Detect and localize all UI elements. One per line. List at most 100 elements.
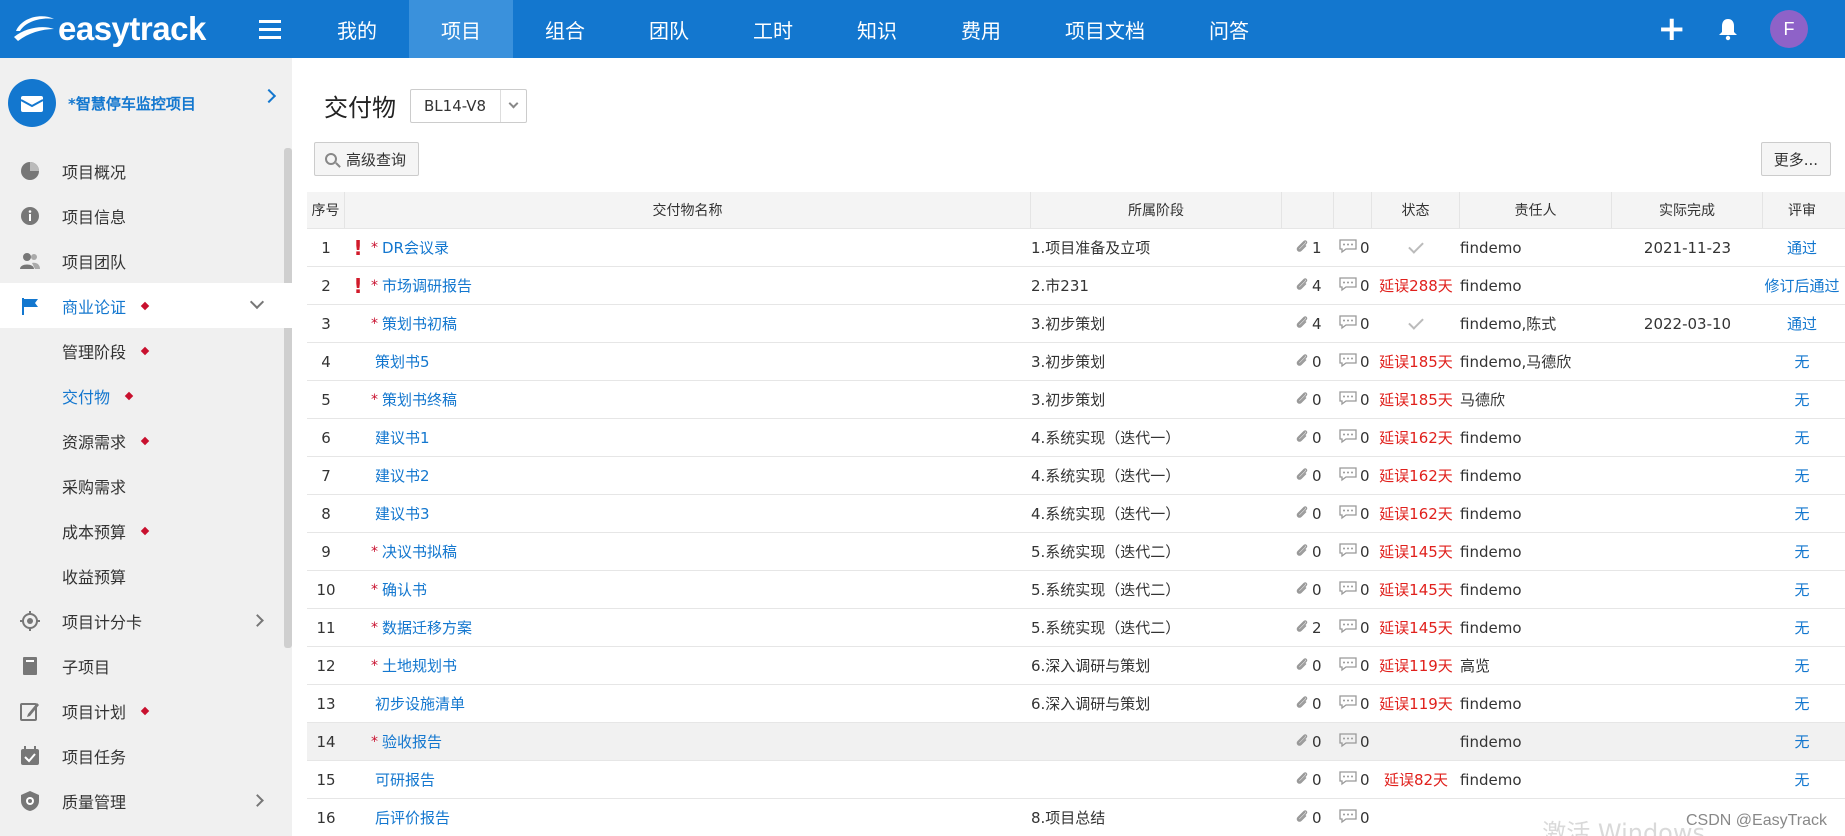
nav-item-expense[interactable]: 费用	[929, 0, 1033, 58]
review-link[interactable]: 修订后通过	[1763, 267, 1841, 304]
comment-count[interactable]: 0	[1334, 305, 1372, 342]
version-select[interactable]: BL14-V8	[410, 88, 528, 123]
sidebar-item-revenue-budget[interactable]: 收益预算	[0, 553, 292, 598]
nav-item-portfolio[interactable]: 组合	[513, 0, 617, 58]
deliverable-name[interactable]: * DR会议录	[371, 229, 1031, 266]
user-avatar[interactable]: F	[1770, 10, 1808, 48]
deliverable-link[interactable]: 策划书初稿	[382, 313, 457, 334]
col-status[interactable]: 状态	[1372, 192, 1460, 228]
table-row[interactable]: 12 * 土地规划书 6.深入调研与策划 0 0 延误119天 高览无	[307, 647, 1845, 685]
deliverable-name[interactable]: 后评价报告	[371, 799, 1031, 836]
sidebar-item-resource-needs[interactable]: 资源需求	[0, 418, 292, 463]
table-row[interactable]: 3 * 策划书初稿 3.初步策划 4 0 findemo,陈式 2022-03-10 通过	[307, 305, 1845, 343]
review-link[interactable]: 通过	[1763, 305, 1841, 342]
comment-count[interactable]: 0	[1334, 229, 1372, 266]
deliverable-name[interactable]: * 市场调研报告	[371, 267, 1031, 304]
table-row[interactable]: 2! * 市场调研报告 2.市231 4 0 延误288天 findemo 修订后通过	[307, 267, 1845, 305]
col-review[interactable]: 评审	[1763, 192, 1841, 228]
nav-item-knowledge[interactable]: 知识	[825, 0, 929, 58]
deliverable-name[interactable]: 建议书1	[371, 419, 1031, 456]
project-header[interactable]: *智慧停车监控项目	[0, 58, 292, 148]
deliverable-name[interactable]: 建议书3	[371, 495, 1031, 532]
deliverable-link[interactable]: 策划书5	[375, 351, 430, 372]
comment-count[interactable]: 0	[1334, 799, 1372, 836]
add-icon[interactable]: +	[1658, 12, 1687, 46]
chevron-down-icon[interactable]	[500, 89, 526, 122]
review-link[interactable]: 无	[1763, 723, 1841, 760]
col-name[interactable]: 交付物名称	[345, 192, 1031, 228]
attachment-count[interactable]: 0	[1282, 761, 1334, 798]
sidebar-item-overview[interactable]: 项目概况	[0, 148, 292, 193]
chevron-down-icon[interactable]	[249, 294, 265, 310]
review-link[interactable]: 无	[1763, 685, 1841, 722]
attachment-count[interactable]: 0	[1282, 381, 1334, 418]
nav-item-qa[interactable]: 问答	[1177, 0, 1281, 58]
comment-count[interactable]: 0	[1334, 761, 1372, 798]
table-row[interactable]: 14 * 验收报告 0 0 findemo 无	[307, 723, 1845, 761]
deliverable-link[interactable]: 初步设施清单	[375, 693, 465, 714]
sidebar-item-quality[interactable]: 质量管理	[0, 778, 292, 823]
deliverable-name[interactable]: * 验收报告	[371, 723, 1031, 760]
table-row[interactable]: 13 初步设施清单 6.深入调研与策划 0 0 延误119天 findemo 无	[307, 685, 1845, 723]
sidebar-item-plan[interactable]: 项目计划	[0, 688, 292, 733]
comment-count[interactable]: 0	[1334, 685, 1372, 722]
nav-item-team[interactable]: 团队	[617, 0, 721, 58]
chevron-right-icon[interactable]	[251, 614, 264, 627]
sidebar-item-team[interactable]: 项目团队	[0, 238, 292, 283]
sidebar-item-cost-budget[interactable]: 成本预算	[0, 508, 292, 553]
nav-item-project[interactable]: 项目	[409, 0, 513, 58]
review-link[interactable]: 无	[1763, 343, 1841, 380]
review-link[interactable]: 无	[1763, 571, 1841, 608]
review-link[interactable]: 通过	[1763, 229, 1841, 266]
deliverable-link[interactable]: 数据迁移方案	[382, 617, 472, 638]
attachment-count[interactable]: 0	[1282, 647, 1334, 684]
deliverable-name[interactable]: * 确认书	[371, 571, 1031, 608]
comment-count[interactable]: 0	[1334, 343, 1372, 380]
deliverable-name[interactable]: * 策划书初稿	[371, 305, 1031, 342]
attachment-count[interactable]: 0	[1282, 799, 1334, 836]
review-link[interactable]: 无	[1763, 761, 1841, 798]
attachment-count[interactable]: 1	[1282, 229, 1334, 266]
advanced-search-button[interactable]: 高级查询	[314, 142, 420, 176]
deliverable-name[interactable]: * 土地规划书	[371, 647, 1031, 684]
sidebar-item-subprojects[interactable]: 子项目	[0, 643, 292, 688]
deliverable-name[interactable]: * 决议书拟稿	[371, 533, 1031, 570]
attachment-count[interactable]: 0	[1282, 571, 1334, 608]
table-row[interactable]: 5 * 策划书终稿 3.初步策划 0 0 延误185天 马德欣无	[307, 381, 1845, 419]
table-row[interactable]: 10 * 确认书 5.系统实现（迭代二） 0 0 延误145天 findemo 无	[307, 571, 1845, 609]
deliverable-link[interactable]: 确认书	[382, 579, 427, 600]
comment-count[interactable]: 0	[1334, 381, 1372, 418]
attachment-count[interactable]: 0	[1282, 343, 1334, 380]
deliverable-link[interactable]: 策划书终稿	[382, 389, 457, 410]
table-row[interactable]: 7 建议书2 4.系统实现（迭代一） 0 0 延误162天 findemo 无	[307, 457, 1845, 495]
review-link[interactable]: 无	[1763, 647, 1841, 684]
review-link[interactable]: 无	[1763, 381, 1841, 418]
deliverable-name[interactable]: 初步设施清单	[371, 685, 1031, 722]
deliverable-link[interactable]: 土地规划书	[382, 655, 457, 676]
nav-item-documents[interactable]: 项目文档	[1033, 0, 1177, 58]
col-no[interactable]: 序号	[307, 192, 345, 228]
table-row[interactable]: 9 * 决议书拟稿 5.系统实现（迭代二） 0 0 延误145天 findemo 无	[307, 533, 1845, 571]
attachment-count[interactable]: 0	[1282, 685, 1334, 722]
chevron-right-icon[interactable]	[261, 88, 277, 104]
sidebar-item-tasks[interactable]: 项目任务	[0, 733, 292, 778]
table-row[interactable]: 6 建议书1 4.系统实现（迭代一） 0 0 延误162天 findemo 无	[307, 419, 1845, 457]
comment-count[interactable]: 0	[1334, 457, 1372, 494]
nav-item-timesheet[interactable]: 工时	[721, 0, 825, 58]
deliverable-name[interactable]: 可研报告	[371, 761, 1031, 798]
chevron-right-icon[interactable]	[251, 794, 264, 807]
comment-count[interactable]: 0	[1334, 267, 1372, 304]
menu-toggle-icon[interactable]	[255, 14, 285, 44]
deliverable-link[interactable]: 验收报告	[382, 731, 442, 752]
deliverable-name[interactable]: 建议书2	[371, 457, 1031, 494]
col-phase[interactable]: 所属阶段	[1031, 192, 1282, 228]
logo[interactable]: easytrack	[0, 10, 255, 48]
table-row[interactable]: 1! * DR会议录 1.项目准备及立项 1 0 findemo 2021-11-23 通过	[307, 229, 1845, 267]
sidebar-item-procurement[interactable]: 采购需求	[0, 463, 292, 508]
comment-count[interactable]: 0	[1334, 533, 1372, 570]
deliverable-link[interactable]: 后评价报告	[375, 807, 450, 828]
sidebar-item-stages[interactable]: 管理阶段	[0, 328, 292, 373]
attachment-count[interactable]: 4	[1282, 267, 1334, 304]
sidebar-item-deliverables[interactable]: 交付物	[0, 373, 292, 418]
deliverable-link[interactable]: 建议书3	[375, 503, 430, 524]
